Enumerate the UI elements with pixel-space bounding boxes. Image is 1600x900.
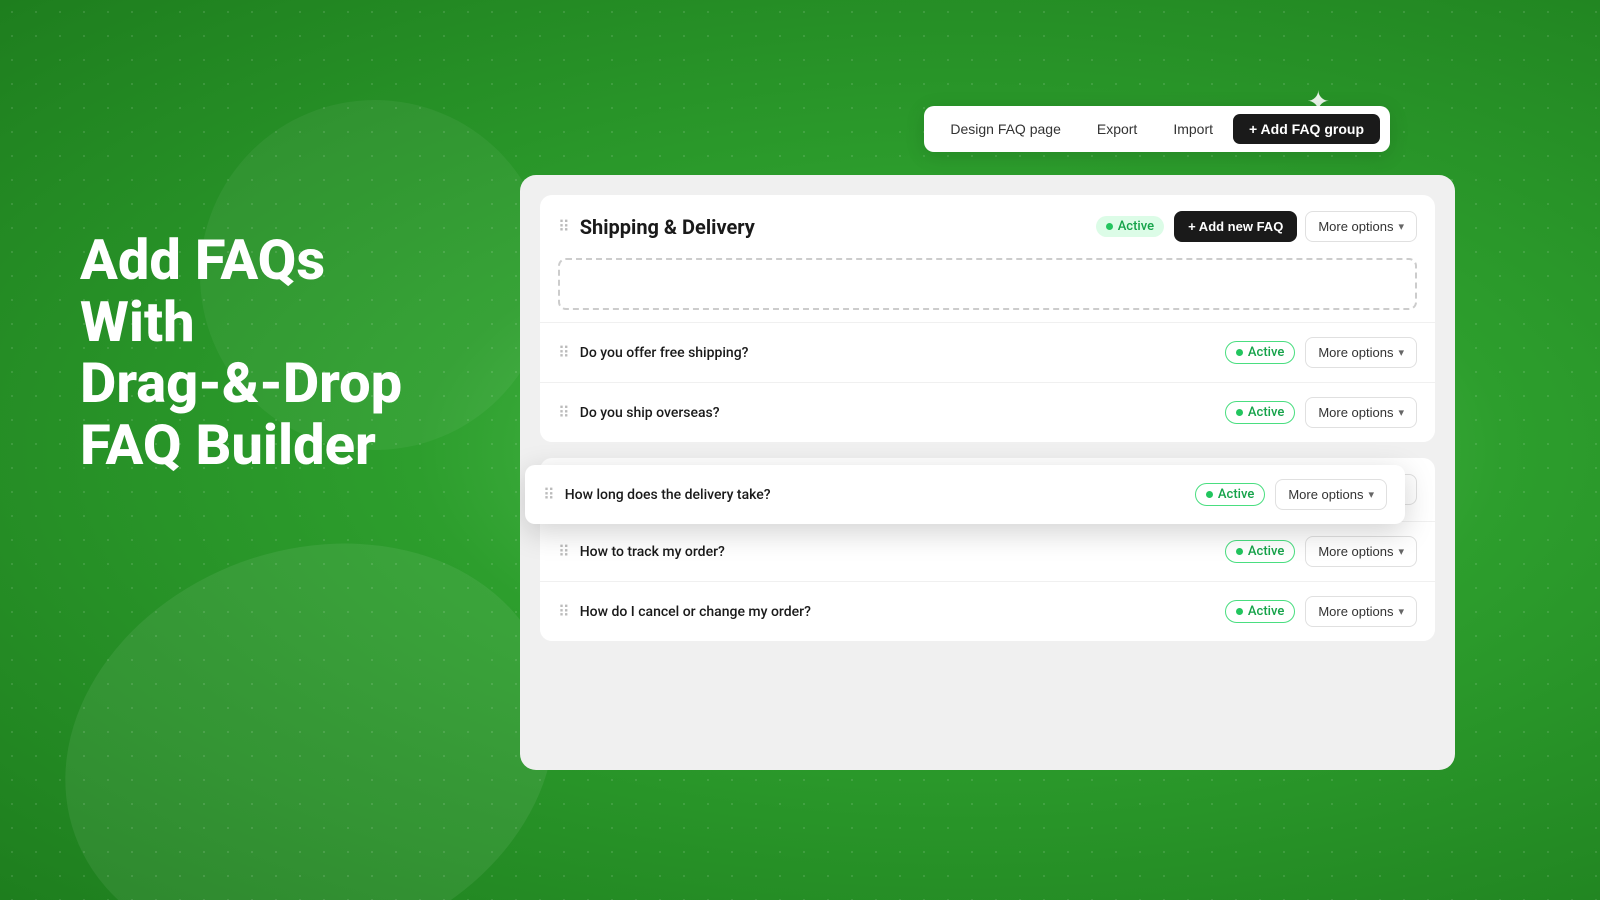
faq-item-free-shipping: ⠿ Do you offer free shipping? Active Mor… bbox=[540, 322, 1435, 382]
chevron-down-icon: ▾ bbox=[1398, 220, 1404, 233]
design-faq-page-button[interactable]: Design FAQ page bbox=[934, 114, 1077, 144]
more-options-button-item2[interactable]: More options ▾ bbox=[1305, 337, 1417, 368]
badge-dot-dragging bbox=[1206, 491, 1213, 498]
group-status-shipping: Active bbox=[1096, 216, 1164, 237]
faq-status-item2: Active bbox=[1225, 341, 1295, 364]
drag-handle-cancel[interactable]: ⠿ bbox=[558, 602, 570, 621]
faq-status-dragging: Active bbox=[1195, 483, 1265, 506]
drag-handle-item3[interactable]: ⠿ bbox=[558, 403, 570, 422]
faq-question-cancel: How do I cancel or change my order? bbox=[580, 604, 1215, 620]
import-button[interactable]: Import bbox=[1157, 114, 1229, 144]
more-options-button-shipping[interactable]: More options ▾ bbox=[1305, 211, 1417, 242]
drag-handle-shipping[interactable]: ⠿ bbox=[558, 217, 570, 236]
badge-dot-cancel bbox=[1236, 608, 1243, 615]
faq-question-item2: Do you offer free shipping? bbox=[580, 345, 1215, 361]
drag-handle-item2[interactable]: ⠿ bbox=[558, 343, 570, 362]
group-title-shipping: Shipping & Delivery bbox=[580, 215, 1086, 239]
drag-handle-dragging[interactable]: ⠿ bbox=[543, 485, 555, 504]
toolbar: Design FAQ page Export Import + Add FAQ … bbox=[924, 106, 1390, 152]
add-faq-button-shipping[interactable]: + Add new FAQ bbox=[1174, 211, 1297, 242]
more-options-button-cancel[interactable]: More options ▾ bbox=[1305, 596, 1417, 627]
badge-dot-item2 bbox=[1236, 349, 1243, 356]
export-button[interactable]: Export bbox=[1081, 114, 1153, 144]
dragging-faq-item: ⠿ How long does the delivery take? Activ… bbox=[525, 465, 1405, 524]
group-header-shipping: ⠿ Shipping & Delivery Active + Add new F… bbox=[540, 195, 1435, 258]
chevron-down-icon-track: ▾ bbox=[1398, 545, 1404, 558]
faq-status-item3: Active bbox=[1225, 401, 1295, 424]
chevron-down-icon-dragging: ▾ bbox=[1368, 488, 1374, 501]
badge-dot-track bbox=[1236, 548, 1243, 555]
add-faq-group-button[interactable]: + Add FAQ group bbox=[1233, 114, 1380, 144]
more-options-button-dragging[interactable]: More options ▾ bbox=[1275, 479, 1387, 510]
chevron-down-icon-item2: ▾ bbox=[1398, 346, 1404, 359]
faq-item-track-order: ⠿ How to track my order? Active More opt… bbox=[540, 521, 1435, 581]
faq-question-track: How to track my order? bbox=[580, 544, 1215, 560]
faq-item-cancel-order: ⠿ How do I cancel or change my order? Ac… bbox=[540, 581, 1435, 641]
hero-text: Add FAQs With Drag-&-Drop FAQ Builder bbox=[80, 230, 402, 476]
badge-dot-shipping bbox=[1106, 223, 1113, 230]
group-header-actions-shipping: + Add new FAQ More options ▾ bbox=[1174, 211, 1417, 242]
faq-status-track: Active bbox=[1225, 540, 1295, 563]
chevron-down-icon-item3: ▾ bbox=[1398, 406, 1404, 419]
chevron-down-icon-cancel: ▾ bbox=[1398, 605, 1404, 618]
main-panel: ⠿ Shipping & Delivery Active + Add new F… bbox=[520, 175, 1455, 770]
more-options-button-track[interactable]: More options ▾ bbox=[1305, 536, 1417, 567]
faq-group-shipping: ⠿ Shipping & Delivery Active + Add new F… bbox=[540, 195, 1435, 442]
more-options-button-item3[interactable]: More options ▾ bbox=[1305, 397, 1417, 428]
faq-status-cancel: Active bbox=[1225, 600, 1295, 623]
drop-placeholder bbox=[558, 258, 1417, 310]
faq-question-item3: Do you ship overseas? bbox=[580, 405, 1215, 421]
drag-handle-track[interactable]: ⠿ bbox=[558, 542, 570, 561]
faq-question-dragging: How long does the delivery take? bbox=[565, 487, 1185, 503]
faq-item-overseas: ⠿ Do you ship overseas? Active More opti… bbox=[540, 382, 1435, 442]
badge-dot-item3 bbox=[1236, 409, 1243, 416]
